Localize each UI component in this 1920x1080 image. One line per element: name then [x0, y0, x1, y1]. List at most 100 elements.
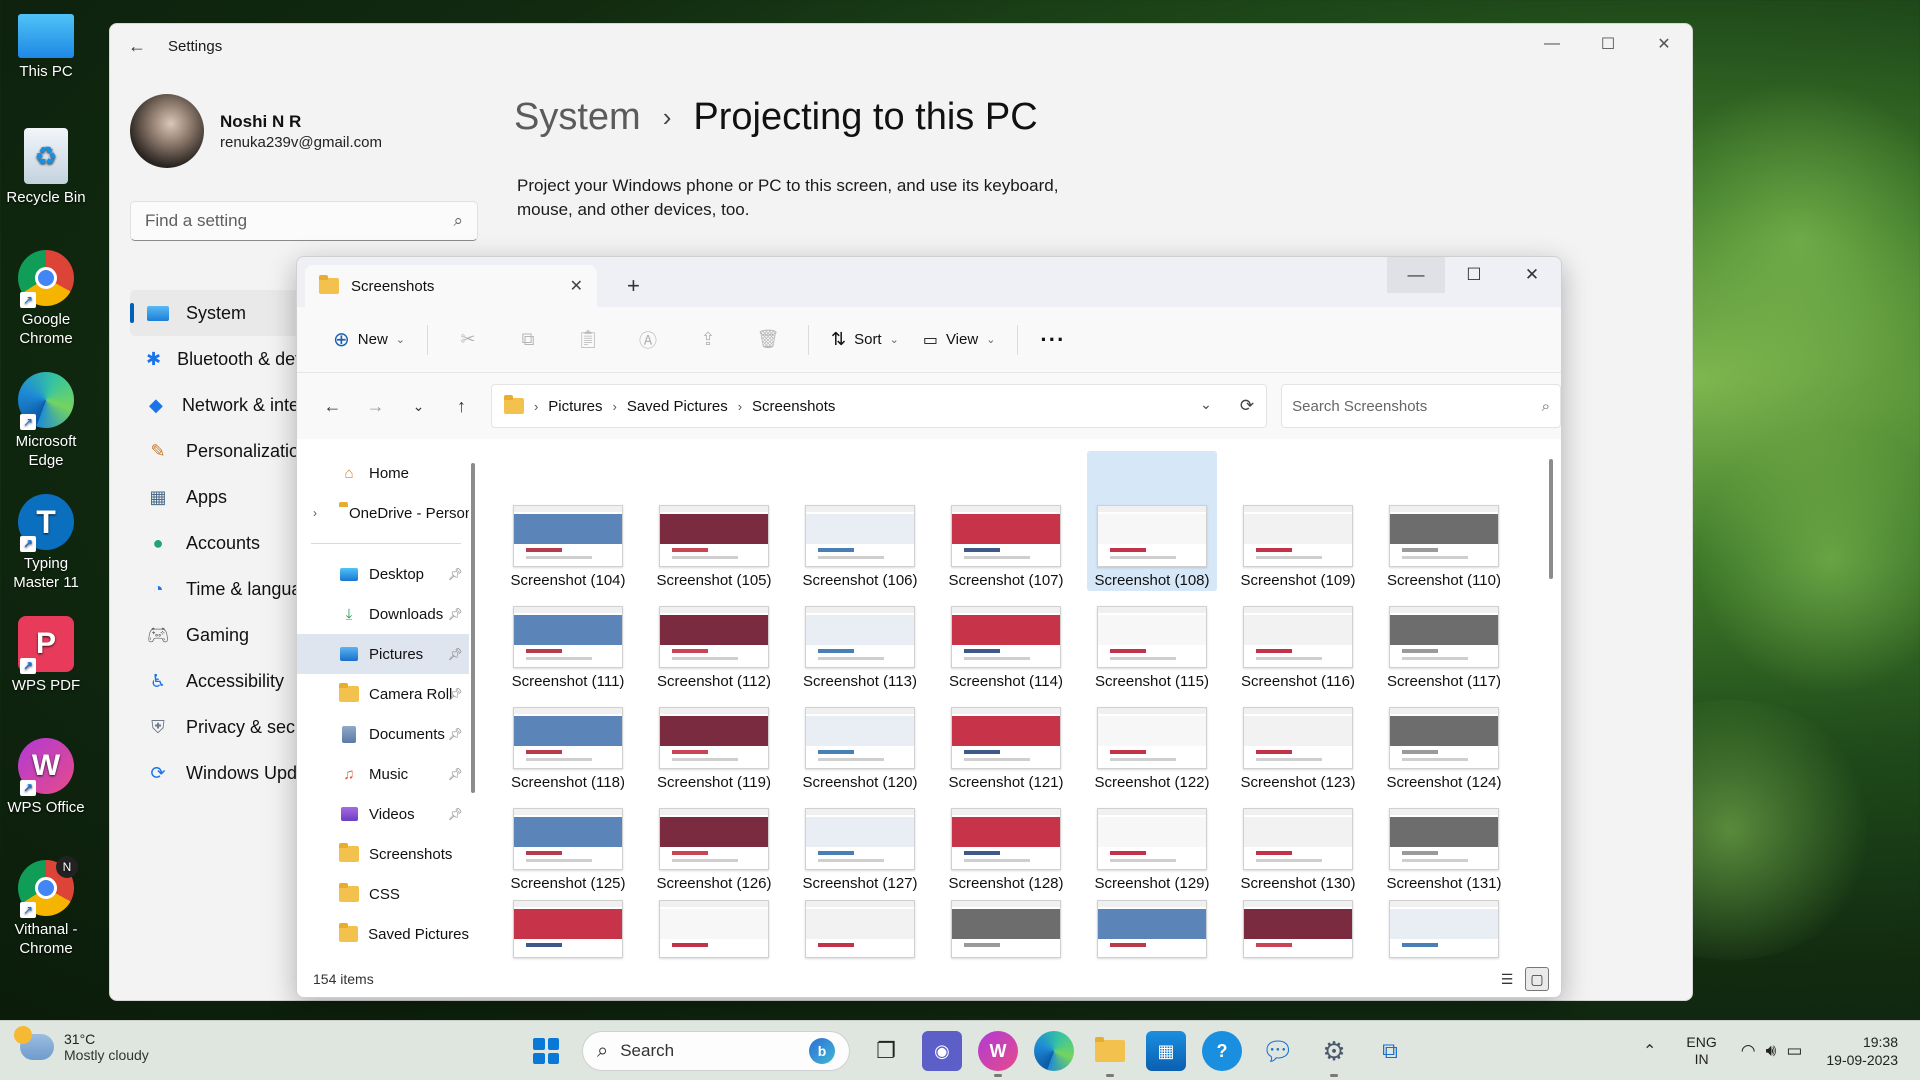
sidebar-item-pictures[interactable]: Pictures 📌︎ [297, 634, 469, 674]
file-tile[interactable]: Screenshot (122) [1087, 698, 1217, 793]
desktop-icon-wps-office[interactable]: W ↗ WPS Office [0, 738, 92, 817]
file-tile[interactable]: Screenshot (107) [941, 451, 1071, 591]
file-tile[interactable]: Screenshot (118) [503, 698, 633, 793]
desktop-icon-recycle-bin[interactable]: ♻ Recycle Bin [0, 128, 92, 207]
breadcrumb-system[interactable]: System [514, 96, 641, 139]
sidebar-item-css[interactable]: CSS [297, 874, 469, 914]
file-tile[interactable]: Screenshot (105) [649, 451, 779, 591]
new-button[interactable]: ⊕ New ⌄ [321, 320, 417, 360]
file-tile[interactable]: Screenshot (111) [503, 597, 633, 692]
chevron-right-icon[interactable]: › [313, 506, 317, 520]
connect-cast-icon[interactable]: ⧉ [1370, 1031, 1410, 1071]
sidebar-item-screenshots[interactable]: Screenshots [297, 834, 469, 874]
desktop-icon-wps-pdf[interactable]: P ↗ WPS PDF [0, 616, 92, 695]
forward-arrow-icon[interactable]: → [354, 396, 397, 417]
desktop-icon-this-pc[interactable]: This PC [0, 10, 92, 81]
edge-taskbar-icon[interactable] [1034, 1031, 1074, 1071]
rename-icon[interactable]: Ⓐ [618, 327, 678, 353]
file-tile[interactable]: Screenshot (120) [795, 698, 925, 793]
file-tile[interactable]: Screenshot (116) [1233, 597, 1363, 692]
sidebar-item-documents[interactable]: Documents 📌︎ [297, 714, 469, 754]
close-tab-icon[interactable]: ✕ [570, 276, 583, 296]
file-tile[interactable]: Screenshot (104) [503, 451, 633, 591]
sidebar-item-music[interactable]: ♫ Music 📌︎ [297, 754, 469, 794]
start-button[interactable] [526, 1031, 566, 1071]
file-tile[interactable]: Screenshot (106) [795, 451, 925, 591]
file-tile[interactable]: Screenshot (117) [1379, 597, 1509, 692]
recent-locations-icon[interactable]: ⌄ [397, 398, 440, 415]
pin-icon[interactable]: 📌︎ [448, 807, 463, 821]
file-tile[interactable]: Screenshot (112) [649, 597, 779, 692]
desktop-icon-typing-master[interactable]: T ↗ Typing Master 11 [0, 494, 92, 592]
file-tile[interactable]: Screenshot (121) [941, 698, 1071, 793]
close-button[interactable]: ✕ [1636, 24, 1692, 64]
wps-office-taskbar-icon[interactable]: W [978, 1031, 1018, 1077]
quick-settings[interactable]: ◠ 🔊︎ ▭ [1741, 1041, 1803, 1061]
file-tile[interactable] [1379, 900, 1509, 960]
chevron-up-icon[interactable]: ⌃ [1643, 1041, 1656, 1061]
address-bar[interactable]: › Pictures › Saved Pictures › Screenshot… [490, 384, 1268, 428]
pin-icon[interactable]: 📌︎ [448, 727, 463, 741]
file-tile[interactable]: Screenshot (126) [649, 799, 779, 894]
more-options-button[interactable]: ··· [1028, 320, 1077, 360]
file-tile[interactable]: Screenshot (124) [1379, 698, 1509, 793]
minimize-button[interactable]: — [1524, 24, 1580, 64]
settings-taskbar-icon[interactable]: ⚙ [1314, 1031, 1354, 1077]
view-button[interactable]: ▭ View ⌄ [911, 320, 1008, 360]
file-tile[interactable]: Screenshot (129) [1087, 799, 1217, 894]
file-tile[interactable]: Screenshot (110) [1379, 451, 1509, 591]
close-button[interactable]: ✕ [1503, 257, 1561, 293]
breadcrumb-screenshots[interactable]: Screenshots [752, 398, 835, 415]
file-tile[interactable]: Screenshot (109) [1233, 451, 1363, 591]
clock[interactable]: 19:38 19-09-2023 [1826, 1033, 1898, 1069]
file-tile[interactable]: Screenshot (131) [1379, 799, 1509, 894]
paste-icon[interactable]: 📋︎ [558, 329, 618, 350]
pin-icon[interactable]: 📌︎ [448, 767, 463, 781]
file-tile[interactable] [1087, 900, 1217, 960]
maximize-button[interactable]: ☐ [1580, 24, 1636, 64]
tab-screenshots[interactable]: Screenshots ✕ [305, 265, 597, 307]
sidebar-item-saved-pictures[interactable]: Saved Pictures [297, 914, 469, 954]
search-screenshots-input[interactable]: Search Screenshots ⌕ [1281, 384, 1561, 428]
minimize-button[interactable]: — [1387, 257, 1445, 293]
desktop-icon-vithanal-chrome[interactable]: N ↗ Vithanal - Chrome [0, 856, 92, 958]
refresh-icon[interactable]: ⟳ [1240, 396, 1254, 416]
task-view-icon[interactable]: ❐ [866, 1031, 906, 1071]
file-tile[interactable]: Screenshot (119) [649, 698, 779, 793]
pin-icon[interactable]: 📌︎ [448, 647, 463, 661]
sidebar-item-home[interactable]: ⌂ Home [297, 453, 469, 493]
share-icon[interactable]: ⇪ [678, 329, 738, 350]
sidebar-item-onedrive[interactable]: › OneDrive - Personal [297, 493, 469, 533]
pin-icon[interactable]: 📌︎ [448, 687, 463, 701]
breadcrumb-pictures[interactable]: Pictures [548, 398, 602, 415]
delete-icon[interactable]: 🗑︎ [738, 329, 798, 350]
back-arrow-icon[interactable]: ← [311, 396, 354, 417]
quick-assist-icon[interactable]: 💬︎ [1258, 1031, 1298, 1071]
cut-icon[interactable]: ✂ [438, 329, 498, 350]
file-explorer-taskbar-icon[interactable] [1090, 1031, 1130, 1077]
file-tile[interactable]: Screenshot (127) [795, 799, 925, 894]
file-tile[interactable] [503, 900, 633, 960]
file-tile[interactable] [1233, 900, 1363, 960]
bing-icon[interactable]: b [809, 1038, 835, 1064]
file-tile[interactable]: Screenshot (123) [1233, 698, 1363, 793]
new-tab-button[interactable]: + [627, 273, 640, 299]
desktop-icon-google-chrome[interactable]: ↗ Google Chrome [0, 250, 92, 348]
file-tile[interactable]: Screenshot (114) [941, 597, 1071, 692]
copy-icon[interactable]: ⧉ [498, 329, 558, 350]
navigation-scrollbar[interactable] [469, 439, 477, 961]
content-scrollbar[interactable] [1549, 459, 1553, 579]
details-view-icon[interactable]: ☰ [1495, 967, 1519, 991]
chevron-down-icon[interactable]: ⌄ [1200, 396, 1212, 416]
desktop-icon-microsoft-edge[interactable]: ↗ Microsoft Edge [0, 372, 92, 470]
file-tile[interactable] [649, 900, 779, 960]
sort-button[interactable]: ⇅ Sort ⌄ [819, 320, 911, 360]
file-tile[interactable]: Screenshot (128) [941, 799, 1071, 894]
sidebar-item-videos[interactable]: Videos 📌︎ [297, 794, 469, 834]
file-tile[interactable]: Screenshot (108) [1087, 451, 1217, 591]
language-indicator[interactable]: ENG IN [1686, 1034, 1716, 1068]
sidebar-item-camera-roll[interactable]: Camera Roll 📌︎ [297, 674, 469, 714]
pin-icon[interactable]: 📌︎ [448, 567, 463, 581]
microsoft-store-icon[interactable]: ▦ [1146, 1031, 1186, 1071]
sidebar-item-desktop[interactable]: Desktop 📌︎ [297, 554, 469, 594]
